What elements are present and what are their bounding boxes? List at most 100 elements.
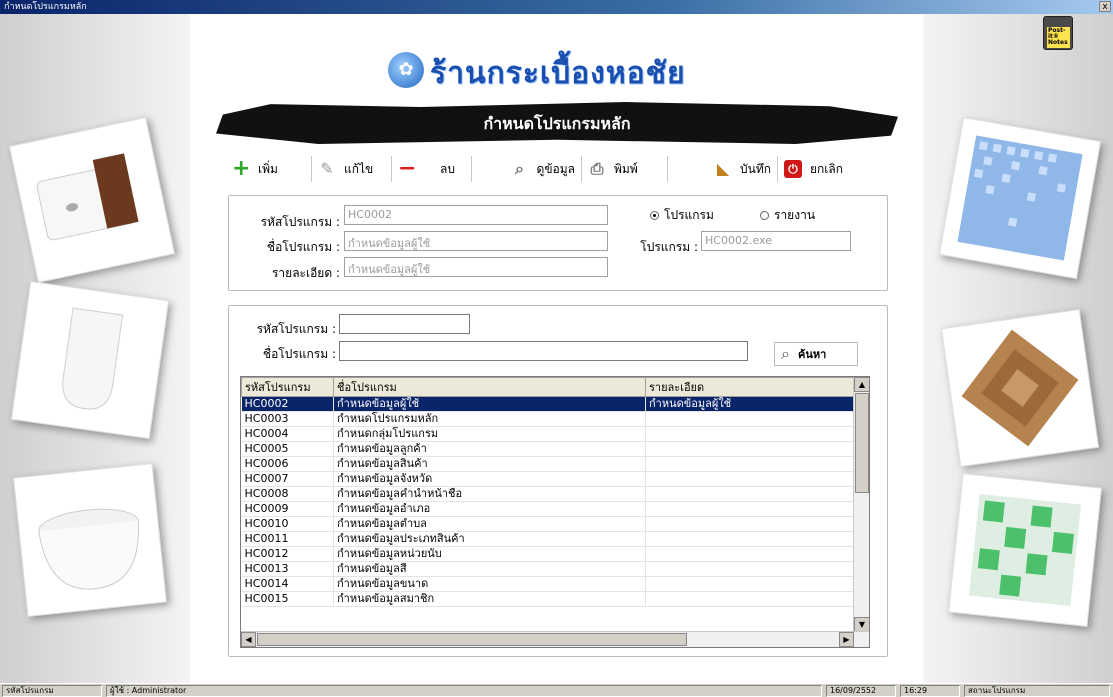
program-name-label: ชื่อโปรแกรม : — [266, 240, 340, 254]
scroll-right-icon[interactable]: ▶ — [839, 632, 854, 647]
status-field: รหัสโปรแกรม — [2, 685, 102, 697]
table-cell: กำหนดข้อมูลลูกค้า — [333, 441, 646, 457]
table-cell: HC0003 — [241, 411, 334, 427]
column-header[interactable]: ชื่อโปรแกรม — [333, 377, 646, 397]
table-cell — [645, 426, 856, 442]
view-button[interactable]: ⌕ ดูข้อมูล — [472, 156, 582, 182]
radio-report[interactable]: รายงาน — [760, 206, 815, 225]
toolbar: + เพิ่ม ✎ แก้ไข − ลบ ⌕ ดูข้อมูล ⎙ พิมพ์ … — [226, 155, 888, 183]
table-row[interactable]: HC0011 กำหนดข้อมูลประเภทสินค้า — [241, 531, 856, 547]
close-button[interactable]: x — [1099, 1, 1111, 12]
table-row[interactable]: HC0004 กำหนดกลุ่มโปรแกรม — [241, 426, 856, 442]
plus-icon: + — [232, 156, 251, 181]
delete-label: ลบ — [440, 161, 455, 176]
table-row[interactable]: HC0009 กำหนดข้อมูลอำเภอ — [241, 501, 856, 517]
table-row[interactable]: HC0015 กำหนดข้อมูลสมาชิก — [241, 591, 856, 607]
search-name-label: ชื่อโปรแกรม : — [262, 347, 336, 361]
table-row[interactable]: HC0014 กำหนดข้อมูลขนาด — [241, 576, 856, 592]
table-cell — [645, 486, 856, 502]
cancel-button[interactable]: ⏻ ยกเลิก — [778, 156, 868, 182]
table-cell: HC0007 — [241, 471, 334, 487]
print-label: พิมพ์ — [614, 161, 638, 176]
table-cell — [645, 411, 856, 427]
status-date: 16/09/2552 — [826, 685, 896, 697]
table-row[interactable]: HC0006 กำหนดข้อมูลสินค้า — [241, 456, 856, 472]
radio-report-label: รายงาน — [774, 208, 816, 222]
table-cell: กำหนดโปรแกรมหลัก — [333, 411, 646, 427]
horizontal-scrollbar[interactable]: ◀ ▶ — [241, 631, 869, 647]
cancel-label: ยกเลิก — [810, 161, 844, 176]
scroll-left-icon[interactable]: ◀ — [241, 632, 256, 647]
table-row[interactable]: HC0013 กำหนดข้อมูลสี — [241, 561, 856, 577]
program-file-field[interactable]: HC0002.exe — [701, 231, 851, 251]
column-header[interactable]: รหัสโปรแกรม — [241, 377, 334, 397]
table-row[interactable]: HC0002 กำหนดข้อมูลผู้ใช้ กำหนดข้อมูลผู้ใช้ — [241, 396, 856, 412]
view-label: ดูข้อมูล — [536, 161, 575, 176]
table-cell: HC0002 — [241, 396, 334, 412]
table-row[interactable]: HC0007 กำหนดข้อมูลจังหวัด — [241, 471, 856, 487]
program-name-field[interactable]: กำหนดข้อมูลผู้ใช้ — [344, 231, 608, 251]
disk-icon: ◣ — [716, 159, 730, 178]
edit-button[interactable]: ✎ แก้ไข — [312, 156, 392, 182]
program-grid[interactable]: รหัสโปรแกรม ชื่อโปรแกรม รายละเอียด HC000… — [240, 376, 870, 648]
stone-tile-image — [940, 308, 1100, 468]
table-cell: กำหนดข้อมูลคำนำหน้าชื่อ — [333, 486, 646, 502]
scroll-up-icon[interactable]: ▲ — [854, 377, 869, 392]
table-cell: HC0010 — [241, 516, 334, 532]
table-row[interactable]: HC0003 กำหนดโปรแกรมหลัก — [241, 411, 856, 427]
table-cell: กำหนดข้อมูลขนาด — [333, 576, 646, 592]
table-row[interactable]: HC0012 กำหนดข้อมูลหน่วยนับ — [241, 546, 856, 562]
save-button[interactable]: ◣ บันทึก — [668, 156, 778, 182]
detail-field[interactable]: กำหนดข้อมูลผู้ใช้ — [344, 257, 608, 277]
search-icon: ⌕ — [781, 344, 790, 363]
vertical-scrollbar[interactable]: ▲ ▼ — [853, 377, 869, 632]
column-header[interactable]: รายละเอียด — [645, 377, 856, 397]
table-cell — [645, 561, 856, 577]
magnifier-icon: ⌕ — [515, 159, 525, 178]
table-cell: HC0006 — [241, 456, 334, 472]
table-cell: กำหนดข้อมูลสินค้า — [333, 456, 646, 472]
power-icon: ⏻ — [784, 160, 802, 178]
table-cell: กำหนดข้อมูลผู้ใช้ — [645, 396, 856, 412]
table-cell — [645, 441, 856, 457]
scroll-thumb[interactable] — [855, 393, 869, 493]
table-cell — [645, 516, 856, 532]
table-cell: กำหนดข้อมูลอำเภอ — [333, 501, 646, 517]
pencil-icon: ✎ — [320, 159, 334, 178]
status-state: สถานะโปรแกรม — [964, 685, 1110, 697]
save-label: บันทึก — [740, 161, 771, 176]
table-row[interactable]: HC0008 กำหนดข้อมูลคำนำหน้าชื่อ — [241, 486, 856, 502]
table-cell: HC0009 — [241, 501, 334, 517]
table-cell — [645, 501, 856, 517]
logo-icon: ✿ — [388, 52, 424, 88]
print-button[interactable]: ⎙ พิมพ์ — [582, 156, 668, 182]
add-label: เพิ่ม — [258, 161, 278, 176]
table-cell: กำหนดข้อมูลประเภทสินค้า — [333, 531, 646, 547]
program-code-field[interactable]: HC0002 — [344, 205, 608, 225]
table-cell — [645, 576, 856, 592]
urinal-product-image — [10, 280, 170, 440]
edit-label: แก้ไข — [344, 161, 374, 176]
table-cell: กำหนดกลุ่มโปรแกรม — [333, 426, 646, 442]
table-cell — [645, 456, 856, 472]
table-row[interactable]: HC0005 กำหนดข้อมูลลูกค้า — [241, 441, 856, 457]
search-code-input[interactable] — [339, 314, 470, 334]
radio-program[interactable]: โปรแกรม — [650, 206, 714, 225]
table-cell: กำหนดข้อมูลจังหวัด — [333, 471, 646, 487]
table-cell: HC0008 — [241, 486, 334, 502]
table-row[interactable]: HC0010 กำหนดข้อมูลตำบล — [241, 516, 856, 532]
add-button[interactable]: + เพิ่ม — [226, 156, 312, 182]
search-button[interactable]: ⌕ ค้นหา — [774, 342, 858, 366]
search-name-input[interactable] — [339, 341, 748, 361]
table-cell: HC0011 — [241, 531, 334, 547]
radio-program-dot — [650, 211, 659, 220]
basin-product-image — [13, 463, 167, 617]
post-it-label: Post-it® Notes — [1047, 27, 1070, 48]
post-it-notes-icon[interactable]: Post-it® Notes — [1043, 16, 1073, 50]
scroll-down-icon[interactable]: ▼ — [854, 617, 869, 632]
delete-button[interactable]: − ลบ — [392, 156, 472, 182]
table-header-row: รหัสโปรแกรม ชื่อโปรแกรม รายละเอียด — [241, 377, 856, 397]
h-scroll-thumb[interactable] — [257, 633, 687, 646]
table-cell — [645, 546, 856, 562]
printer-icon: ⎙ — [590, 159, 604, 178]
